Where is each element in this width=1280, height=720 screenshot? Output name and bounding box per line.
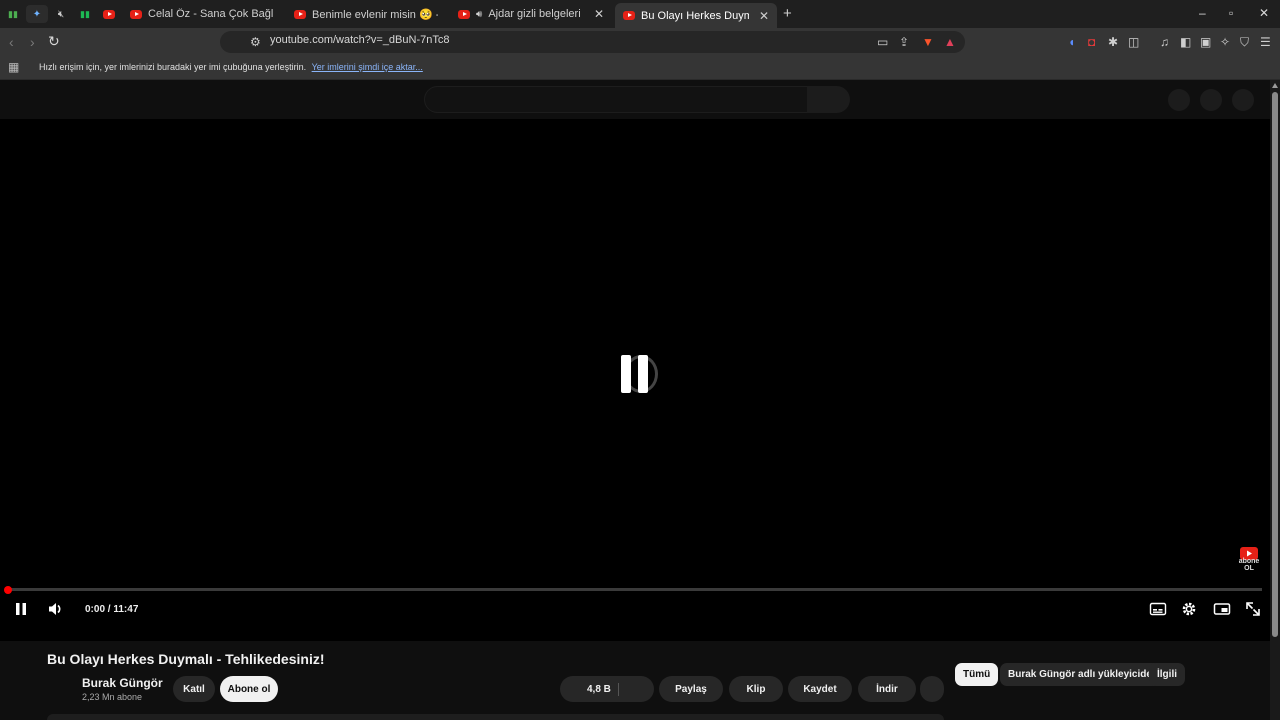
- close-window-button[interactable]: ✕: [1259, 6, 1269, 20]
- url-text[interactable]: youtube.com/watch?v=_dBuN-7nTc8: [270, 34, 449, 46]
- scrubber-handle[interactable]: [4, 586, 12, 594]
- brave-rewards-icon[interactable]: ▲: [944, 35, 956, 49]
- youtube-icon: [623, 11, 635, 20]
- youtube-icon: [103, 9, 115, 19]
- tab-celal-oz[interactable]: Celal Öz - Sana Çok Bağlıyam - YouT: [122, 3, 282, 25]
- sidebar-icon[interactable]: ◧: [1180, 35, 1191, 49]
- more-actions-button[interactable]: [920, 676, 944, 702]
- search-input[interactable]: [424, 86, 808, 113]
- download-button[interactable]: İndir: [858, 676, 916, 702]
- close-tab-icon[interactable]: ✕: [759, 9, 769, 23]
- settings-gear-icon[interactable]: [1181, 601, 1201, 619]
- pinned-tab-muted[interactable]: 🔇︎: [50, 5, 72, 23]
- vpn-icon[interactable]: ⛉: [1240, 35, 1249, 50]
- tab-benimle[interactable]: Benimle evlenir misin 🥺 - YouTube: [286, 3, 446, 25]
- pause-overlay-icon[interactable]: [618, 355, 658, 395]
- subscribe-button[interactable]: Abone ol: [220, 676, 278, 702]
- pinned-tab-youtube[interactable]: [98, 5, 120, 23]
- mute-icon: 🔇︎: [57, 8, 65, 20]
- channel-name[interactable]: Burak Güngör: [82, 676, 163, 690]
- badge-text: abone OL: [1238, 558, 1260, 572]
- page-scrollbar[interactable]: [1270, 80, 1280, 720]
- fullscreen-button[interactable]: [1245, 601, 1265, 619]
- youtube-icon: [130, 9, 142, 19]
- progress-bar[interactable]: [8, 588, 1262, 591]
- save-button[interactable]: Kaydet: [788, 676, 852, 702]
- notifications-button[interactable]: [1200, 89, 1222, 111]
- tab-title: Benimle evlenir misin 🥺 - YouTube: [312, 8, 438, 21]
- theater-mode-button[interactable]: [1213, 601, 1233, 619]
- subtitles-button[interactable]: [1149, 601, 1169, 619]
- apps-grid-icon[interactable]: ▦: [8, 60, 19, 74]
- extensions-icon[interactable]: ✱: [1108, 35, 1118, 49]
- subscribe-watermark[interactable]: abone OL: [1236, 547, 1262, 575]
- adblock-icon[interactable]: ◘: [1088, 35, 1095, 49]
- video-title: Bu Olayı Herkes Duymalı - Tehlikedesiniz…: [47, 651, 325, 667]
- tab-title: Bu Olayı Herkes Duymalı - Tehlik: [641, 9, 749, 22]
- tab-bu-olayi[interactable]: Bu Olayı Herkes Duymalı - Tehlik ✕: [615, 3, 777, 28]
- screenshot-icon[interactable]: ◫: [1128, 35, 1139, 49]
- join-button[interactable]: Katıl: [173, 676, 215, 702]
- equalizer-icon: ▮▮: [80, 8, 90, 19]
- site-settings-icon[interactable]: ⚙︎: [250, 35, 261, 49]
- avatar[interactable]: [1232, 89, 1254, 111]
- search-button[interactable]: [807, 86, 850, 113]
- chip-from-uploader[interactable]: Burak Güngör adlı yükleyiciden: [1000, 663, 1167, 686]
- tab-title: Ajdar gizli belgeleri açıklıyor: [488, 8, 584, 20]
- youtube-icon: [458, 9, 470, 19]
- youtube-header: [0, 80, 1280, 119]
- bookmarks-bar: ▦ Hızlı erişim için, yer imlerinizi bura…: [0, 56, 1280, 80]
- wallet-icon[interactable]: ◖: [1068, 35, 1075, 49]
- minimize-button[interactable]: –: [1199, 6, 1206, 20]
- pinned-tab-music[interactable]: ▮▮: [2, 5, 24, 23]
- maximize-button[interactable]: ▫: [1229, 6, 1233, 20]
- share-button[interactable]: Paylaş: [659, 676, 723, 702]
- share-icon[interactable]: ⇪: [899, 35, 909, 49]
- brave-shields-icon[interactable]: ▼: [922, 35, 934, 49]
- close-tab-icon[interactable]: ✕: [594, 7, 604, 21]
- pinned-tab-spotify[interactable]: ▮▮: [74, 5, 96, 23]
- tab-title: Celal Öz - Sana Çok Bağlıyam - YouT: [148, 8, 274, 20]
- youtube-icon: [294, 9, 306, 19]
- tab-ajdar[interactable]: 🔊︎ Ajdar gizli belgeleri açıklıyor ✕: [450, 3, 612, 25]
- music-icon[interactable]: ♫: [1160, 35, 1169, 49]
- speaker-icon[interactable]: 🔊︎: [476, 9, 482, 20]
- like-count: 4,8 B: [587, 683, 611, 695]
- wallet-card-icon[interactable]: ▣: [1200, 35, 1211, 49]
- like-button[interactable]: 4,8 B: [560, 676, 654, 702]
- video-player[interactable]: abone OL 0:00 / 11:47: [0, 119, 1270, 641]
- sparkle-icon: ✦: [32, 8, 42, 20]
- equalizer-icon: ▮▮: [8, 8, 18, 19]
- volume-button[interactable]: [47, 601, 67, 619]
- menu-icon[interactable]: ☰: [1260, 35, 1271, 49]
- forward-icon[interactable]: ›: [30, 34, 35, 50]
- new-tab-button[interactable]: +: [783, 5, 792, 22]
- like-divider: [618, 683, 619, 696]
- subscriber-count: 2,23 Mn abone: [82, 692, 143, 702]
- pause-button[interactable]: [13, 601, 33, 619]
- chip-all[interactable]: Tümü: [955, 663, 999, 686]
- scrollbar-thumb[interactable]: [1272, 92, 1278, 637]
- scroll-up-arrow-icon[interactable]: [1272, 83, 1278, 88]
- bookmarks-hint: Hızlı erişim için, yer imlerinizi burada…: [39, 62, 423, 72]
- clip-button[interactable]: Klip: [729, 676, 783, 702]
- import-bookmarks-link[interactable]: Yer imlerini şimdi içe aktar...: [312, 62, 423, 72]
- pinned-tab-ai[interactable]: ✦: [26, 5, 48, 23]
- chip-related[interactable]: İlgili: [1149, 663, 1185, 686]
- tab-strip: ▮▮ ✦ 🔇︎ ▮▮ Celal Öz - Sana Çok Bağlıyam …: [0, 0, 1280, 28]
- reload-icon[interactable]: ↻: [48, 33, 60, 50]
- time-display: 0:00 / 11:47: [85, 604, 139, 615]
- cast-icon[interactable]: ▭: [877, 35, 888, 49]
- leo-ai-icon[interactable]: ✧: [1220, 35, 1230, 49]
- back-icon[interactable]: ‹: [9, 34, 14, 50]
- description-box[interactable]: [47, 714, 944, 720]
- bookmarks-message: Hızlı erişim için, yer imlerinizi burada…: [39, 62, 307, 72]
- create-button[interactable]: [1168, 89, 1190, 111]
